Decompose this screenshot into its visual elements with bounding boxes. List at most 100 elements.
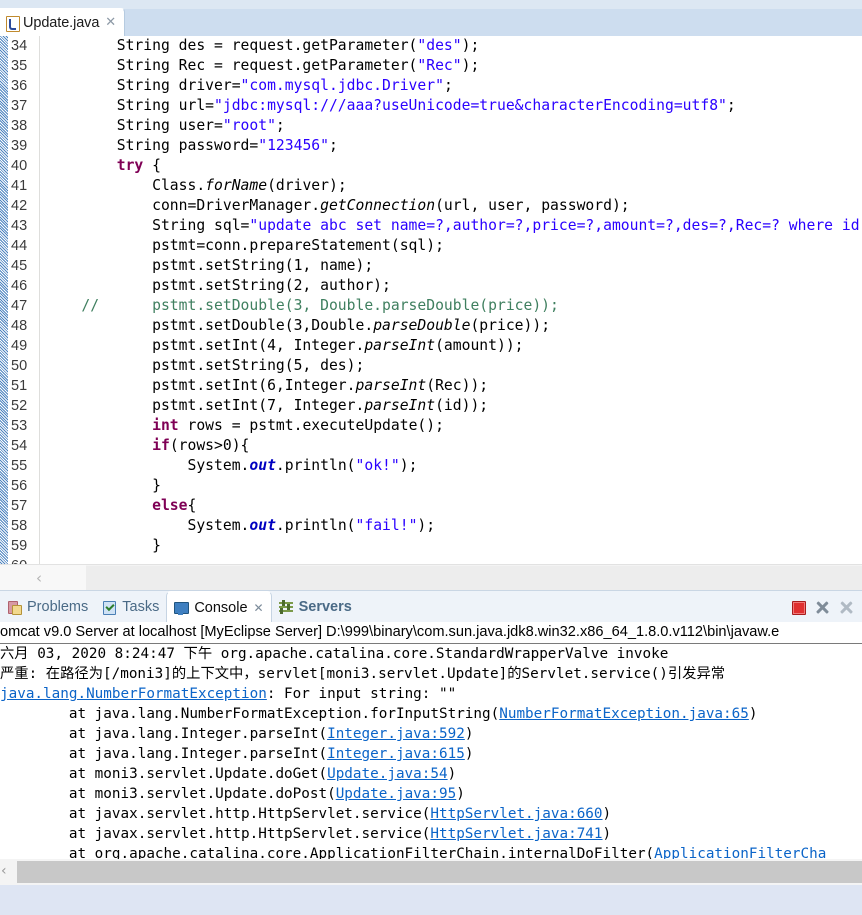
stack-trace-link[interactable]: Integer.java:615	[327, 746, 465, 762]
code-line[interactable]: String user="root";	[40, 116, 862, 136]
console-output[interactable]: omcat v9.0 Server at localhost [MyEclips…	[0, 622, 862, 865]
editor-tab-update-java[interactable]: Update.java ✕	[0, 8, 126, 36]
code-line[interactable]: pstmt.setString(5, des);	[40, 356, 862, 376]
stack-trace-link[interactable]: NumberFormatException.java:65	[499, 706, 749, 722]
console-line: at javax.servlet.http.HttpServlet.servic…	[0, 824, 862, 844]
stack-trace-link[interactable]: Update.java:54	[327, 766, 448, 782]
console-line: at javax.servlet.http.HttpServlet.servic…	[0, 804, 862, 824]
line-number: 49	[11, 338, 28, 354]
code-token: );	[399, 457, 418, 474]
editor-scroll-thumb[interactable]	[86, 566, 862, 590]
line-number: 48	[11, 318, 28, 334]
code-line[interactable]: pstmt.setDouble(3,Double.parseDouble(pri…	[40, 316, 862, 336]
code-line[interactable]: if(rows>0){	[40, 436, 862, 456]
code-line[interactable]: try {	[40, 156, 862, 176]
close-icon[interactable]: ✕	[254, 601, 264, 615]
code-token: }	[46, 537, 161, 554]
line-number: 50	[11, 358, 28, 374]
code-token: ;	[726, 97, 736, 114]
code-token: ;	[443, 77, 453, 94]
x-icon	[839, 600, 854, 615]
code-line[interactable]: pstmt.setInt(7, Integer.parseInt(id));	[40, 396, 862, 416]
code-line[interactable]: String des = request.getParameter("des")…	[40, 36, 862, 56]
code-line[interactable]: }	[40, 476, 862, 496]
code-line[interactable]: int rows = pstmt.executeUpdate();	[40, 416, 862, 436]
code-token: String user=	[46, 117, 223, 134]
console-text: )	[456, 786, 465, 802]
stack-trace-link[interactable]: Integer.java:592	[327, 726, 465, 742]
code-line[interactable]: String url="jdbc:mysql:///aaa?useUnicode…	[40, 96, 862, 116]
code-token: conn=DriverManager.	[46, 197, 321, 214]
console-text: )	[602, 826, 612, 842]
line-number: 38	[11, 118, 28, 134]
remove-all-launches-button[interactable]	[836, 591, 860, 623]
console-horizontal-scrollbar[interactable]: ‹	[0, 859, 862, 885]
console-text: )	[447, 766, 457, 782]
console-text: at java.lang.Integer.parseInt(	[0, 726, 328, 742]
code-line[interactable]: pstmt.setInt(4, Integer.parseInt(amount)…	[40, 336, 862, 356]
chevron-left-icon[interactable]: ‹	[36, 569, 42, 587]
code-text-area[interactable]: String des = request.getParameter("des")…	[40, 36, 862, 564]
problems-icon	[5, 599, 23, 615]
code-token: String driver=	[46, 77, 241, 94]
code-token: (rows>0){	[169, 437, 250, 454]
code-line[interactable]: System.out.println("fail!");	[40, 516, 862, 536]
line-number: 35	[11, 58, 28, 74]
code-line[interactable]: System.out.println("ok!");	[40, 456, 862, 476]
code-editor[interactable]: 34 35 36 37 38 39 40 41 42 43 44 45 46 47 48 49 50 51 52 53…	[0, 36, 862, 564]
code-line[interactable]: pstmt.setString(2, author);	[40, 276, 862, 296]
editor-horizontal-scrollbar[interactable]: ‹	[0, 564, 862, 591]
code-token: (driver);	[267, 177, 347, 194]
line-number: 45	[11, 258, 28, 274]
line-number: 34	[11, 38, 28, 54]
view-tab-console[interactable]: Console ✕	[166, 591, 272, 623]
line-number: 41	[11, 178, 28, 194]
console-toolbar	[788, 591, 860, 623]
editor-scroll-left-zone[interactable]: ‹	[0, 565, 86, 591]
code-line[interactable]: else{	[40, 496, 862, 516]
code-line[interactable]: conn=DriverManager.getConnection(url, us…	[40, 196, 862, 216]
code-line[interactable]: String Rec = request.getParameter("Rec")…	[40, 56, 862, 76]
console-text: at moni3.servlet.Update.doGet(	[0, 766, 328, 782]
remove-launch-button[interactable]	[812, 591, 836, 623]
view-tab-problems[interactable]: Problems	[0, 591, 95, 623]
code-line[interactable]: String driver="com.mysql.jdbc.Driver";	[40, 76, 862, 96]
code-line[interactable]: String password="123456";	[40, 136, 862, 156]
line-number: 51	[11, 378, 28, 394]
code-token: pstmt.setInt(4, Integer.	[46, 337, 365, 354]
stack-trace-link[interactable]: HttpServlet.java:660	[430, 806, 602, 822]
code-token: );	[461, 37, 480, 54]
stack-trace-link[interactable]: java.lang.NumberFormatException	[0, 686, 267, 702]
code-line[interactable]	[40, 556, 862, 564]
console-text: at moni3.servlet.Update.doPost(	[0, 786, 336, 802]
code-line[interactable]: pstmt.setInt(6,Integer.parseInt(Rec));	[40, 376, 862, 396]
code-token: ;	[328, 137, 338, 154]
code-line[interactable]: }	[40, 536, 862, 556]
console-scroll-thumb[interactable]	[17, 861, 862, 883]
console-text: at javax.servlet.http.HttpServlet.servic…	[0, 806, 431, 822]
code-token: .println(	[275, 517, 356, 534]
line-number: 46	[11, 278, 28, 294]
tab-strip-top	[0, 0, 862, 9]
line-number: 59	[11, 538, 28, 554]
code-token: "root"	[222, 117, 276, 134]
stack-trace-link[interactable]: HttpServlet.java:741	[430, 826, 602, 842]
terminate-button[interactable]	[788, 591, 812, 623]
chevron-left-icon[interactable]: ‹	[1, 863, 7, 879]
code-line[interactable]: Class.forName(driver);	[40, 176, 862, 196]
stop-square-icon	[792, 601, 806, 615]
code-line[interactable]: pstmt=conn.prepareStatement(sql);	[40, 236, 862, 256]
console-icon	[172, 600, 190, 616]
view-tab-tasks[interactable]: Tasks	[95, 591, 166, 623]
close-icon[interactable]: ✕	[105, 16, 116, 29]
editor-marker-bar[interactable]	[0, 36, 8, 564]
view-tab-bar: Problems Tasks Console ✕ Servers	[0, 590, 862, 624]
view-tab-servers[interactable]: Servers	[272, 591, 359, 623]
code-line[interactable]: pstmt.setString(1, name);	[40, 256, 862, 276]
code-line[interactable]: // pstmt.setDouble(3, Double.parseDouble…	[40, 296, 862, 316]
code-line[interactable]: String sql="update abc set name=?,author…	[40, 216, 862, 236]
code-token: "com.mysql.jdbc.Driver"	[240, 77, 444, 94]
code-token: String url=	[46, 97, 215, 114]
stack-trace-link[interactable]: Update.java:95	[336, 786, 457, 802]
